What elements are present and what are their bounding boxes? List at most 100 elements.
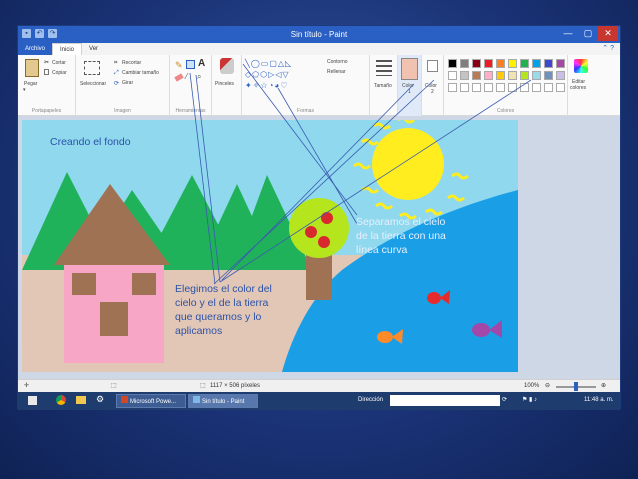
help-icon[interactable]: ⌃ ? (602, 44, 614, 52)
brush-icon[interactable] (220, 58, 234, 74)
paste-button[interactable]: Pegar (24, 81, 37, 87)
select-button[interactable]: Seleccionar (80, 81, 106, 87)
clipboard-group: Pegar ▾ ✂ Cortar Copiar Portapapeles (18, 55, 76, 116)
custom-color-swatch[interactable] (532, 83, 541, 92)
line-size-icon[interactable] (376, 60, 392, 76)
color-swatch[interactable] (508, 59, 517, 68)
custom-color-swatch[interactable] (484, 83, 493, 92)
minimize-button[interactable]: — (558, 26, 578, 41)
edit-colors-group: Editar colores (568, 55, 594, 116)
color-swatch[interactable] (496, 71, 505, 80)
image-group: Seleccionar ⌗ Recortar ⤢ Cambiar tamaño … (76, 55, 170, 116)
text-icon[interactable]: A (198, 58, 205, 69)
color1-group[interactable]: Color 1 (398, 55, 422, 116)
color-swatch[interactable] (520, 71, 529, 80)
scissors-icon[interactable]: ✂ (44, 59, 49, 66)
cut-button[interactable]: Cortar (52, 60, 66, 66)
rotate-button[interactable]: Girar (122, 80, 133, 86)
custom-color-swatch[interactable] (448, 83, 457, 92)
zoom-in-button[interactable]: ⊕ (601, 382, 606, 389)
zoom-out-button[interactable]: ⊖ (545, 382, 550, 389)
close-button[interactable]: ✕ (598, 26, 618, 41)
tab-home[interactable]: Inicio (52, 43, 83, 55)
paste-icon[interactable] (25, 59, 39, 77)
color2-group[interactable]: Color 2 (422, 55, 444, 116)
canvas-area (18, 116, 620, 379)
edit-colors-button-2[interactable]: colores (570, 85, 586, 91)
zoom-slider-thumb[interactable] (574, 382, 578, 391)
resize-button[interactable]: Cambiar tamaño (122, 70, 159, 76)
taskbar-powerpoint[interactable]: Microsoft Powe... (116, 394, 186, 408)
maximize-button[interactable]: ▢ (578, 26, 598, 41)
custom-color-swatch[interactable] (508, 83, 517, 92)
colors-label: Colores (496, 108, 515, 114)
color-swatch[interactable] (472, 71, 481, 80)
annotation-choose: Elegimos el color del cielo y el de la t… (175, 283, 272, 337)
size-button[interactable]: Tamaño (374, 83, 392, 89)
fill-button[interactable]: Rellenar (327, 69, 346, 75)
chrome-icon[interactable] (56, 395, 66, 405)
settings-icon[interactable]: ⚙ (96, 394, 104, 405)
color-picker-icon[interactable]: ⁄ (186, 72, 187, 81)
color-swatch[interactable] (544, 59, 553, 68)
custom-color-swatch[interactable] (520, 83, 529, 92)
copy-icon[interactable] (44, 69, 49, 75)
crop-icon[interactable]: ⌗ (114, 60, 117, 67)
copy-button[interactable]: Copiar (52, 70, 67, 76)
eraser-icon[interactable] (174, 73, 184, 82)
taskbar-paint[interactable]: Sin título - Paint (188, 394, 258, 408)
custom-color-swatch[interactable] (496, 83, 505, 92)
resize-icon[interactable]: ⤢ (114, 70, 119, 77)
clock: 11:48 a. m. (584, 397, 614, 403)
outline-button[interactable]: Contorno (327, 59, 348, 65)
color-swatch[interactable] (448, 71, 457, 80)
color2-swatch[interactable] (427, 60, 438, 72)
ribbon: Pegar ▾ ✂ Cortar Copiar Portapapeles Sel… (18, 55, 620, 116)
custom-color-swatch[interactable] (544, 83, 553, 92)
tab-file[interactable]: Archivo (18, 43, 53, 55)
pencil-icon[interactable]: ✎ (175, 60, 183, 71)
color-swatch[interactable] (484, 59, 493, 68)
image-label: Imagen (114, 108, 131, 114)
rotate-icon[interactable]: ⟳ (114, 80, 119, 87)
custom-color-swatch[interactable] (556, 83, 565, 92)
tray-icons: ⚑ ▮ ♪ (522, 397, 538, 403)
canvas-size: 1117 × 506 píxeles (210, 383, 260, 389)
color-swatch[interactable] (532, 71, 541, 80)
color-swatch[interactable] (460, 59, 469, 68)
crop-button[interactable]: Recortar (122, 60, 141, 66)
color1-swatch[interactable] (401, 58, 418, 80)
color-swatch[interactable] (556, 59, 565, 68)
color-swatch[interactable] (508, 71, 517, 80)
color-swatch[interactable] (448, 59, 457, 68)
color1-num: 1 (408, 89, 411, 95)
clipboard-label: Portapapeles (31, 108, 62, 114)
custom-color-swatch[interactable] (472, 83, 481, 92)
color-swatch[interactable] (496, 59, 505, 68)
address-label: Dirección (358, 397, 384, 403)
fill-icon[interactable] (186, 60, 195, 69)
color-swatch[interactable] (472, 59, 481, 68)
custom-color-swatch[interactable] (460, 83, 469, 92)
magnifier-icon[interactable]: ⌕ (197, 72, 201, 82)
tools-group: ✎ A ⁄ ⌕ Herramientas (170, 55, 212, 116)
tools-label: Herramientas (175, 108, 206, 114)
start-icon[interactable] (28, 396, 37, 405)
colors-group: Colores (444, 55, 568, 116)
tab-view[interactable]: Ver (82, 43, 105, 55)
shapes-gallery-icon[interactable]: ╲◯▭▢△◺ ◇⬠⬡▷◁▽ ✦✧☆◔◕♡ (245, 58, 323, 92)
edit-colors-icon[interactable] (574, 59, 588, 73)
color-swatch[interactable] (484, 71, 493, 80)
color-swatch[interactable] (532, 59, 541, 68)
address-go-icon[interactable]: ⟳ (502, 396, 507, 403)
select-icon[interactable] (84, 61, 100, 75)
color-swatch[interactable] (520, 59, 529, 68)
address-input[interactable] (390, 395, 500, 406)
chevron-down-icon[interactable]: ▾ (23, 87, 26, 93)
add-icon: ✛ (24, 383, 30, 389)
explorer-icon[interactable] (76, 396, 86, 404)
brushes-button[interactable]: Pinceles (215, 81, 234, 87)
color-swatch[interactable] (460, 71, 469, 80)
color-swatch[interactable] (556, 71, 565, 80)
color-swatch[interactable] (544, 71, 553, 80)
